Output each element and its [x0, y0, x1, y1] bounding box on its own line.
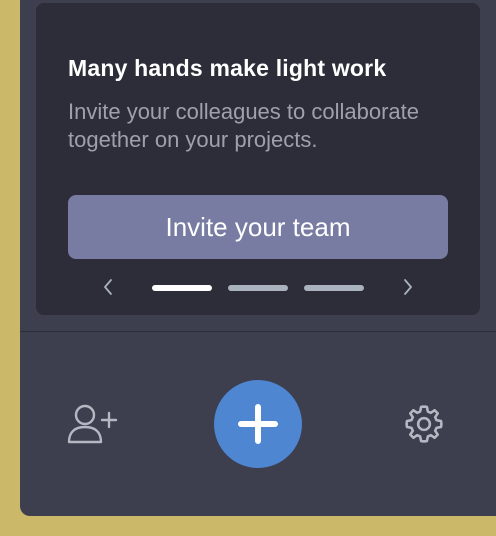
gear-icon[interactable]: [402, 402, 446, 446]
carousel-dot-2[interactable]: [228, 285, 288, 291]
invite-team-button[interactable]: Invite your team: [68, 195, 448, 259]
create-button[interactable]: [214, 380, 302, 468]
footer-divider: [20, 331, 496, 332]
card-title: Many hands make light work: [68, 55, 387, 81]
card-description: Invite your colleagues to collaborate to…: [68, 99, 419, 152]
carousel-dot-3[interactable]: [304, 285, 364, 291]
carousel-dot-1[interactable]: [152, 285, 212, 291]
sidebar-panel: Many hands make light work Invite your c…: [20, 0, 496, 516]
invite-card: Many hands make light work Invite your c…: [36, 3, 480, 315]
carousel-controls: [36, 273, 480, 301]
plus-icon: [238, 404, 278, 444]
chevron-left-icon[interactable]: [98, 273, 118, 301]
chevron-right-icon[interactable]: [398, 273, 418, 301]
add-user-icon[interactable]: [66, 402, 118, 446]
